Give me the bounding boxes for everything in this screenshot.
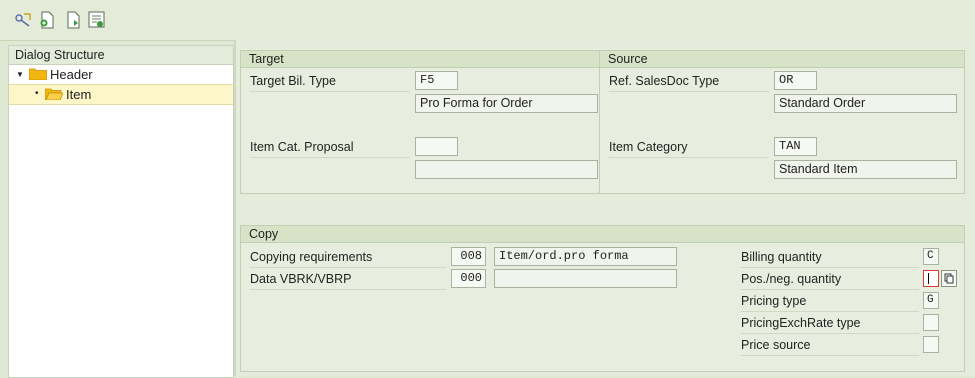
billing-quantity-label: Billing quantity xyxy=(741,250,822,264)
expand-triangle-icon[interactable]: ▼ xyxy=(16,65,24,84)
value-help-icon xyxy=(944,273,954,284)
copy-as-icon[interactable] xyxy=(64,11,82,29)
pos-neg-quantity-field[interactable] xyxy=(923,270,939,287)
billing-quantity-field[interactable]: C xyxy=(923,248,939,265)
target-group: Target Target Bil. Type F5 Pro Forma for… xyxy=(240,50,601,194)
copy-group: Copy Copying requirements 008 Item/ord.p… xyxy=(240,225,965,372)
value-help-button[interactable] xyxy=(941,270,957,287)
text-cursor xyxy=(928,273,929,284)
item-cat-proposal-label: Item Cat. Proposal xyxy=(250,140,354,154)
dialog-structure-title: Dialog Structure xyxy=(9,46,233,65)
data-vbrk-vbrp-description xyxy=(494,269,677,288)
ref-salesdoc-type-field[interactable]: OR xyxy=(774,71,817,90)
display-change-icon[interactable] xyxy=(14,11,32,29)
pricing-type-label: Pricing type xyxy=(741,294,807,308)
target-bill-type-description: Pro Forma for Order xyxy=(415,94,598,113)
folder-icon xyxy=(29,68,47,80)
leaf-bullet-icon: • xyxy=(35,88,39,99)
copying-requirements-field[interactable]: 008 xyxy=(451,247,486,266)
copying-requirements-label: Copying requirements xyxy=(250,250,373,264)
copying-requirements-description: Item/ord.pro forma xyxy=(494,247,677,266)
ref-salesdoc-type-description: Standard Order xyxy=(774,94,957,113)
tree-node-header[interactable]: ▼ Header xyxy=(9,65,233,84)
tree-node-item[interactable]: • Item xyxy=(9,84,233,105)
item-cat-proposal-field[interactable] xyxy=(415,137,458,156)
open-folder-icon xyxy=(45,88,63,100)
pricing-exchrate-type-label: PricingExchRate type xyxy=(741,316,861,330)
item-category-description: Standard Item xyxy=(774,160,957,179)
pricing-exchrate-type-field[interactable] xyxy=(923,314,939,331)
target-bill-type-field[interactable]: F5 xyxy=(415,71,458,90)
item-cat-proposal-description xyxy=(415,160,598,179)
item-category-label: Item Category xyxy=(609,140,688,154)
data-vbrk-vbrp-label: Data VBRK/VBRP xyxy=(250,272,352,286)
new-entries-icon[interactable] xyxy=(38,11,56,29)
target-bill-type-label: Target Bil. Type xyxy=(250,74,336,88)
delimit-icon[interactable] xyxy=(88,11,106,29)
item-category-field[interactable]: TAN xyxy=(774,137,817,156)
tree-node-header-label: Header xyxy=(50,67,93,82)
data-vbrk-vbrp-field[interactable]: 000 xyxy=(451,269,486,288)
pricing-type-field[interactable]: G xyxy=(923,292,939,309)
target-group-title: Target xyxy=(241,51,600,68)
dialog-structure-panel: Dialog Structure ▼ Header • Item xyxy=(8,45,234,378)
source-group-title: Source xyxy=(600,51,964,68)
application-toolbar xyxy=(0,0,975,41)
price-source-label: Price source xyxy=(741,338,811,352)
ref-salesdoc-type-label: Ref. SalesDoc Type xyxy=(609,74,720,88)
price-source-field[interactable] xyxy=(923,336,939,353)
detail-area: Target Target Bil. Type F5 Pro Forma for… xyxy=(236,40,975,376)
pos-neg-quantity-label: Pos./neg. quantity xyxy=(741,272,842,286)
tree-node-item-label: Item xyxy=(66,87,92,102)
copy-group-title: Copy xyxy=(241,226,964,243)
source-group: Source Ref. SalesDoc Type OR Standard Or… xyxy=(599,50,965,194)
